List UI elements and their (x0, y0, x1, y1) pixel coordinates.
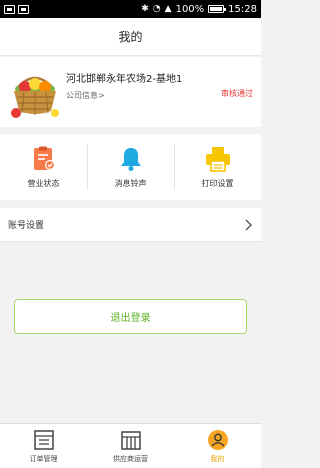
account-settings-label: 账号设置 (8, 221, 45, 231)
order-icon (33, 429, 54, 450)
signal-icon: ▲ (164, 4, 172, 14)
message-ringtone-button[interactable]: 消息铃声 (87, 134, 174, 200)
tab-mine[interactable]: 我的 (174, 424, 261, 468)
wifi-icon: ◔ (152, 4, 161, 14)
bell-icon (120, 147, 141, 171)
status-right: ✱ ◔ ▲ 100% 15:28 (141, 4, 257, 15)
business-status-label: 营业状态 (27, 178, 60, 188)
company-name: 河北邯郸永年农场2-基地1 (66, 74, 183, 85)
notification-icon (4, 4, 15, 14)
company-info-link[interactable]: 公司信息> (66, 90, 105, 101)
tab-supplier-operation[interactable]: 供应商运营 (87, 424, 174, 468)
company-card[interactable]: 河北邯郸永年农场2-基地1 公司信息> 审核通过 (0, 57, 261, 127)
message-ringtone-label: 消息铃声 (114, 178, 147, 188)
chevron-right-icon (245, 219, 252, 230)
business-status-button[interactable]: 营业状态 (0, 134, 87, 200)
battery-icon (208, 5, 227, 13)
audit-status-badge: 审核通过 (221, 89, 253, 98)
print-settings-button[interactable]: 打印设置 (174, 134, 261, 200)
print-settings-label: 打印设置 (201, 178, 234, 188)
image-icon (18, 4, 29, 14)
tab-order-management[interactable]: 订单管理 (0, 424, 87, 468)
page-header: 我的 (0, 18, 261, 56)
status-bar: ✱ ◔ ▲ 100% 15:28 (0, 0, 261, 18)
logout-label: 退出登录 (110, 313, 151, 324)
clock: 15:28 (228, 3, 257, 15)
quick-actions: 营业状态 消息铃声 打印设置 (0, 134, 261, 200)
bottom-tab-bar: 订单管理 供应商运营 我的 (0, 423, 261, 468)
page-title: 我的 (118, 30, 143, 44)
tab-order-management-label: 订单管理 (29, 454, 58, 463)
tab-mine-label: 我的 (210, 454, 225, 463)
printer-icon (205, 146, 230, 172)
account-settings-row[interactable]: 账号设置 (0, 208, 261, 242)
battery-percent: 100% (175, 3, 205, 15)
status-left (4, 4, 29, 14)
fruit-basket-image (11, 76, 59, 118)
supplier-icon (120, 430, 141, 450)
logout-button[interactable]: 退出登录 (14, 299, 247, 334)
tab-supplier-operation-label: 供应商运营 (113, 454, 148, 463)
bluetooth-icon: ✱ (141, 4, 149, 14)
user-icon (207, 429, 228, 450)
business-status-icon (33, 146, 55, 170)
